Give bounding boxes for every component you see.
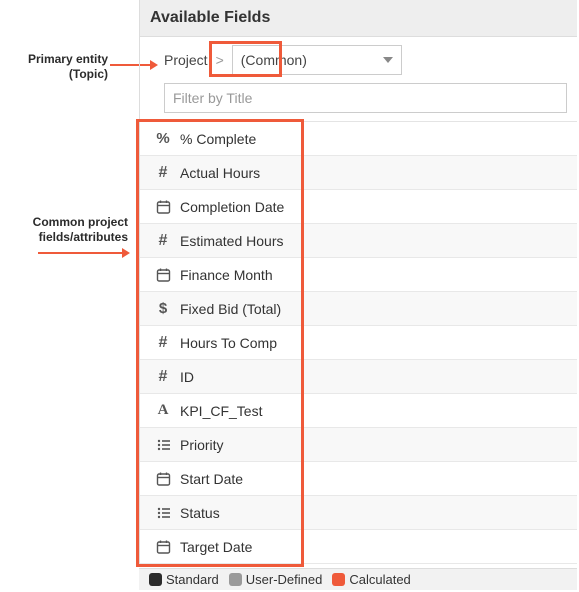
field-row[interactable]: # Estimated Hours [140, 224, 577, 258]
hash-icon: # [152, 334, 174, 352]
field-row[interactable]: A KPI_CF_Test [140, 394, 577, 428]
breadcrumb: Project > (Common) [140, 37, 577, 83]
field-row[interactable]: # Actual Hours [140, 156, 577, 190]
field-row[interactable]: Completion Date [140, 190, 577, 224]
field-row[interactable]: Finance Month [140, 258, 577, 292]
field-label: Status [180, 505, 220, 521]
field-row[interactable]: Target Date [140, 530, 577, 564]
field-label: Target Date [180, 539, 252, 555]
filter-input[interactable] [164, 83, 567, 113]
field-label: Start Date [180, 471, 243, 487]
chevron-down-icon [383, 57, 393, 63]
panel-title: Available Fields [140, 0, 577, 37]
legend-user-defined: User-Defined [229, 572, 323, 587]
breadcrumb-root[interactable]: Project [164, 52, 208, 68]
breadcrumb-separator: > [216, 52, 224, 68]
legend-calculated: Calculated [332, 572, 410, 587]
field-row[interactable]: Status [140, 496, 577, 530]
field-list: % % Complete # Actual Hours Completion Date #… [140, 121, 577, 564]
field-row[interactable]: % % Complete [140, 122, 577, 156]
letter-a-icon: A [152, 402, 174, 419]
calendar-icon [152, 267, 174, 282]
field-label: Hours To Comp [180, 335, 277, 351]
calendar-icon [152, 471, 174, 486]
dollar-icon: $ [152, 300, 174, 317]
hash-icon: # [152, 164, 174, 182]
annotation-common-fields: Common project fields/attributes [8, 215, 128, 245]
breadcrumb-selected: (Common) [241, 52, 307, 68]
legend: Standard User-Defined Calculated [139, 568, 577, 590]
list-icon [152, 437, 174, 452]
field-row[interactable]: $ Fixed Bid (Total) [140, 292, 577, 326]
field-row[interactable]: # Hours To Comp [140, 326, 577, 360]
calendar-icon [152, 199, 174, 214]
available-fields-panel: Available Fields Project > (Common) % % C… [139, 0, 577, 564]
annotation-primary-entity: Primary entity (Topic) [8, 52, 108, 82]
hash-icon: # [152, 232, 174, 250]
field-label: ID [180, 369, 194, 385]
filter-row [140, 83, 577, 113]
hash-icon: # [152, 368, 174, 386]
field-row[interactable]: Start Date [140, 462, 577, 496]
field-label: % Complete [180, 131, 256, 147]
field-label: KPI_CF_Test [180, 403, 262, 419]
field-label: Estimated Hours [180, 233, 283, 249]
field-label: Finance Month [180, 267, 273, 283]
field-row[interactable]: Priority [140, 428, 577, 462]
list-icon [152, 505, 174, 520]
field-label: Fixed Bid (Total) [180, 301, 281, 317]
calendar-icon [152, 539, 174, 554]
field-label: Completion Date [180, 199, 284, 215]
field-label: Actual Hours [180, 165, 260, 181]
arrow-icon [38, 246, 130, 260]
field-label: Priority [180, 437, 224, 453]
breadcrumb-select[interactable]: (Common) [232, 45, 402, 75]
legend-standard: Standard [149, 572, 219, 587]
percent-icon: % [152, 130, 174, 147]
field-row[interactable]: # ID [140, 360, 577, 394]
